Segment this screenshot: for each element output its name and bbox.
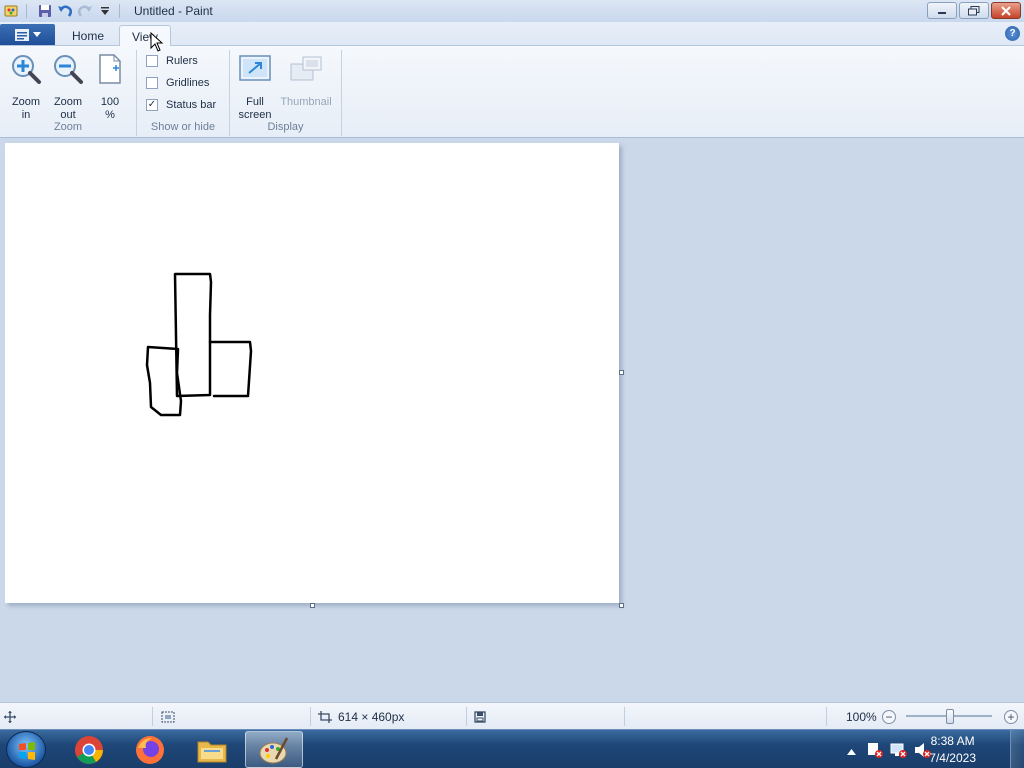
taskbar-firefox[interactable] [121, 731, 179, 768]
taskbar-chrome[interactable] [60, 731, 118, 768]
disk-icon [474, 710, 486, 723]
title-separator [119, 4, 120, 18]
thumbnail-icon [289, 52, 323, 86]
paint-app-icon[interactable] [4, 3, 20, 19]
zoom-out-icon [51, 52, 85, 86]
resize-handle-corner[interactable] [619, 603, 624, 608]
restore-button[interactable] [959, 2, 989, 19]
rulers-toggle[interactable]: Rulers [146, 55, 198, 67]
show-hide-group-label: Show or hide [150, 121, 216, 133]
restore-icon [968, 5, 980, 15]
selection-icon [161, 711, 175, 722]
zoom-in-icon [9, 52, 43, 86]
help-icon[interactable]: ? [1005, 26, 1020, 41]
image-size: 614 × 460px [318, 703, 404, 730]
quick-access-separator [26, 4, 27, 18]
close-icon [1001, 5, 1011, 16]
zoom-slider-thumb[interactable] [946, 709, 954, 724]
display-group-label: Display [267, 121, 304, 133]
status-bar-toggle[interactable]: ✓ Status bar [146, 99, 216, 111]
minimize-button[interactable] [927, 2, 957, 19]
resize-handle-bottom[interactable] [310, 603, 315, 608]
clock[interactable]: 8:38 AM 7/4/2023 [929, 733, 976, 767]
resize-handle-right[interactable] [619, 370, 624, 375]
start-button[interactable] [6, 731, 46, 768]
taskbar-file-explorer[interactable] [183, 731, 241, 768]
rulers-checkbox[interactable] [146, 55, 158, 67]
zoom-out-button[interactable]: Zoom out [48, 52, 88, 122]
minimize-icon [938, 11, 946, 14]
close-button[interactable] [991, 2, 1021, 19]
save-icon[interactable] [37, 3, 53, 19]
drawing-strokes [145, 272, 253, 417]
title-bar: Untitled - Paint [0, 0, 1024, 22]
status-bar-checkbox[interactable]: ✓ [146, 99, 158, 111]
chrome-icon [75, 735, 103, 764]
zoom-group-label: Zoom [53, 121, 83, 133]
thumbnail-button[interactable]: Thumbnail [278, 52, 334, 109]
status-bar: 614 × 460px 100% − + [0, 702, 1024, 729]
windows-logo-icon [19, 742, 35, 760]
gridlines-checkbox[interactable] [146, 77, 158, 89]
action-center-icon[interactable] [866, 741, 884, 762]
ribbon-view: Zoom in Zoom out 100 % Zoom Show or hide… [0, 46, 1024, 138]
clock-date: 7/4/2023 [929, 751, 976, 765]
zoom-group: Zoom in Zoom out 100 % Zoom [0, 50, 137, 136]
full-screen-icon [238, 52, 272, 86]
zoom-level: 100% [846, 709, 877, 724]
drawn-tall-rectangle [173, 272, 213, 398]
chevron-down-icon[interactable] [97, 3, 113, 19]
canvas-workspace [0, 138, 1024, 702]
chevron-down-icon [32, 31, 41, 37]
page-icon [93, 52, 127, 86]
full-screen-button[interactable]: Full screen [235, 52, 275, 122]
file-menu-icon [14, 28, 29, 41]
tab-home[interactable]: Home [60, 25, 116, 47]
drawn-right-rectangle [208, 340, 253, 398]
taskbar: 8:38 AM 7/4/2023 [0, 729, 1024, 768]
zoom-in-small-button[interactable]: + [1004, 709, 1018, 724]
zoom-in-button[interactable]: Zoom in [6, 52, 46, 122]
drawing-canvas[interactable] [5, 143, 619, 603]
paint-icon [259, 736, 289, 763]
gridlines-toggle[interactable]: Gridlines [146, 77, 209, 89]
firefox-icon [136, 735, 164, 764]
move-cursor-icon [4, 710, 16, 723]
display-group: Full screen Thumbnail Display [230, 50, 342, 136]
mouse-cursor-icon [150, 32, 164, 52]
folder-icon [197, 741, 227, 762]
show-desktop-button[interactable] [1010, 730, 1024, 768]
show-hidden-icons-icon[interactable] [847, 744, 856, 758]
file-menu-button[interactable] [0, 24, 55, 45]
cursor-position [4, 703, 16, 730]
redo-icon[interactable] [77, 3, 93, 19]
window-title: Untitled - Paint [134, 4, 213, 18]
actual-size-button[interactable]: 100 % [90, 52, 130, 122]
undo-icon[interactable] [57, 3, 73, 19]
network-icon[interactable] [890, 741, 908, 762]
file-size [474, 703, 486, 730]
window-controls [927, 2, 1021, 19]
clock-time: 8:38 AM [930, 734, 975, 748]
zoom-out-small-button[interactable]: − [882, 709, 896, 724]
taskbar-paint[interactable] [245, 731, 303, 768]
selection-size [161, 703, 175, 730]
canvas-size-icon [318, 710, 332, 723]
